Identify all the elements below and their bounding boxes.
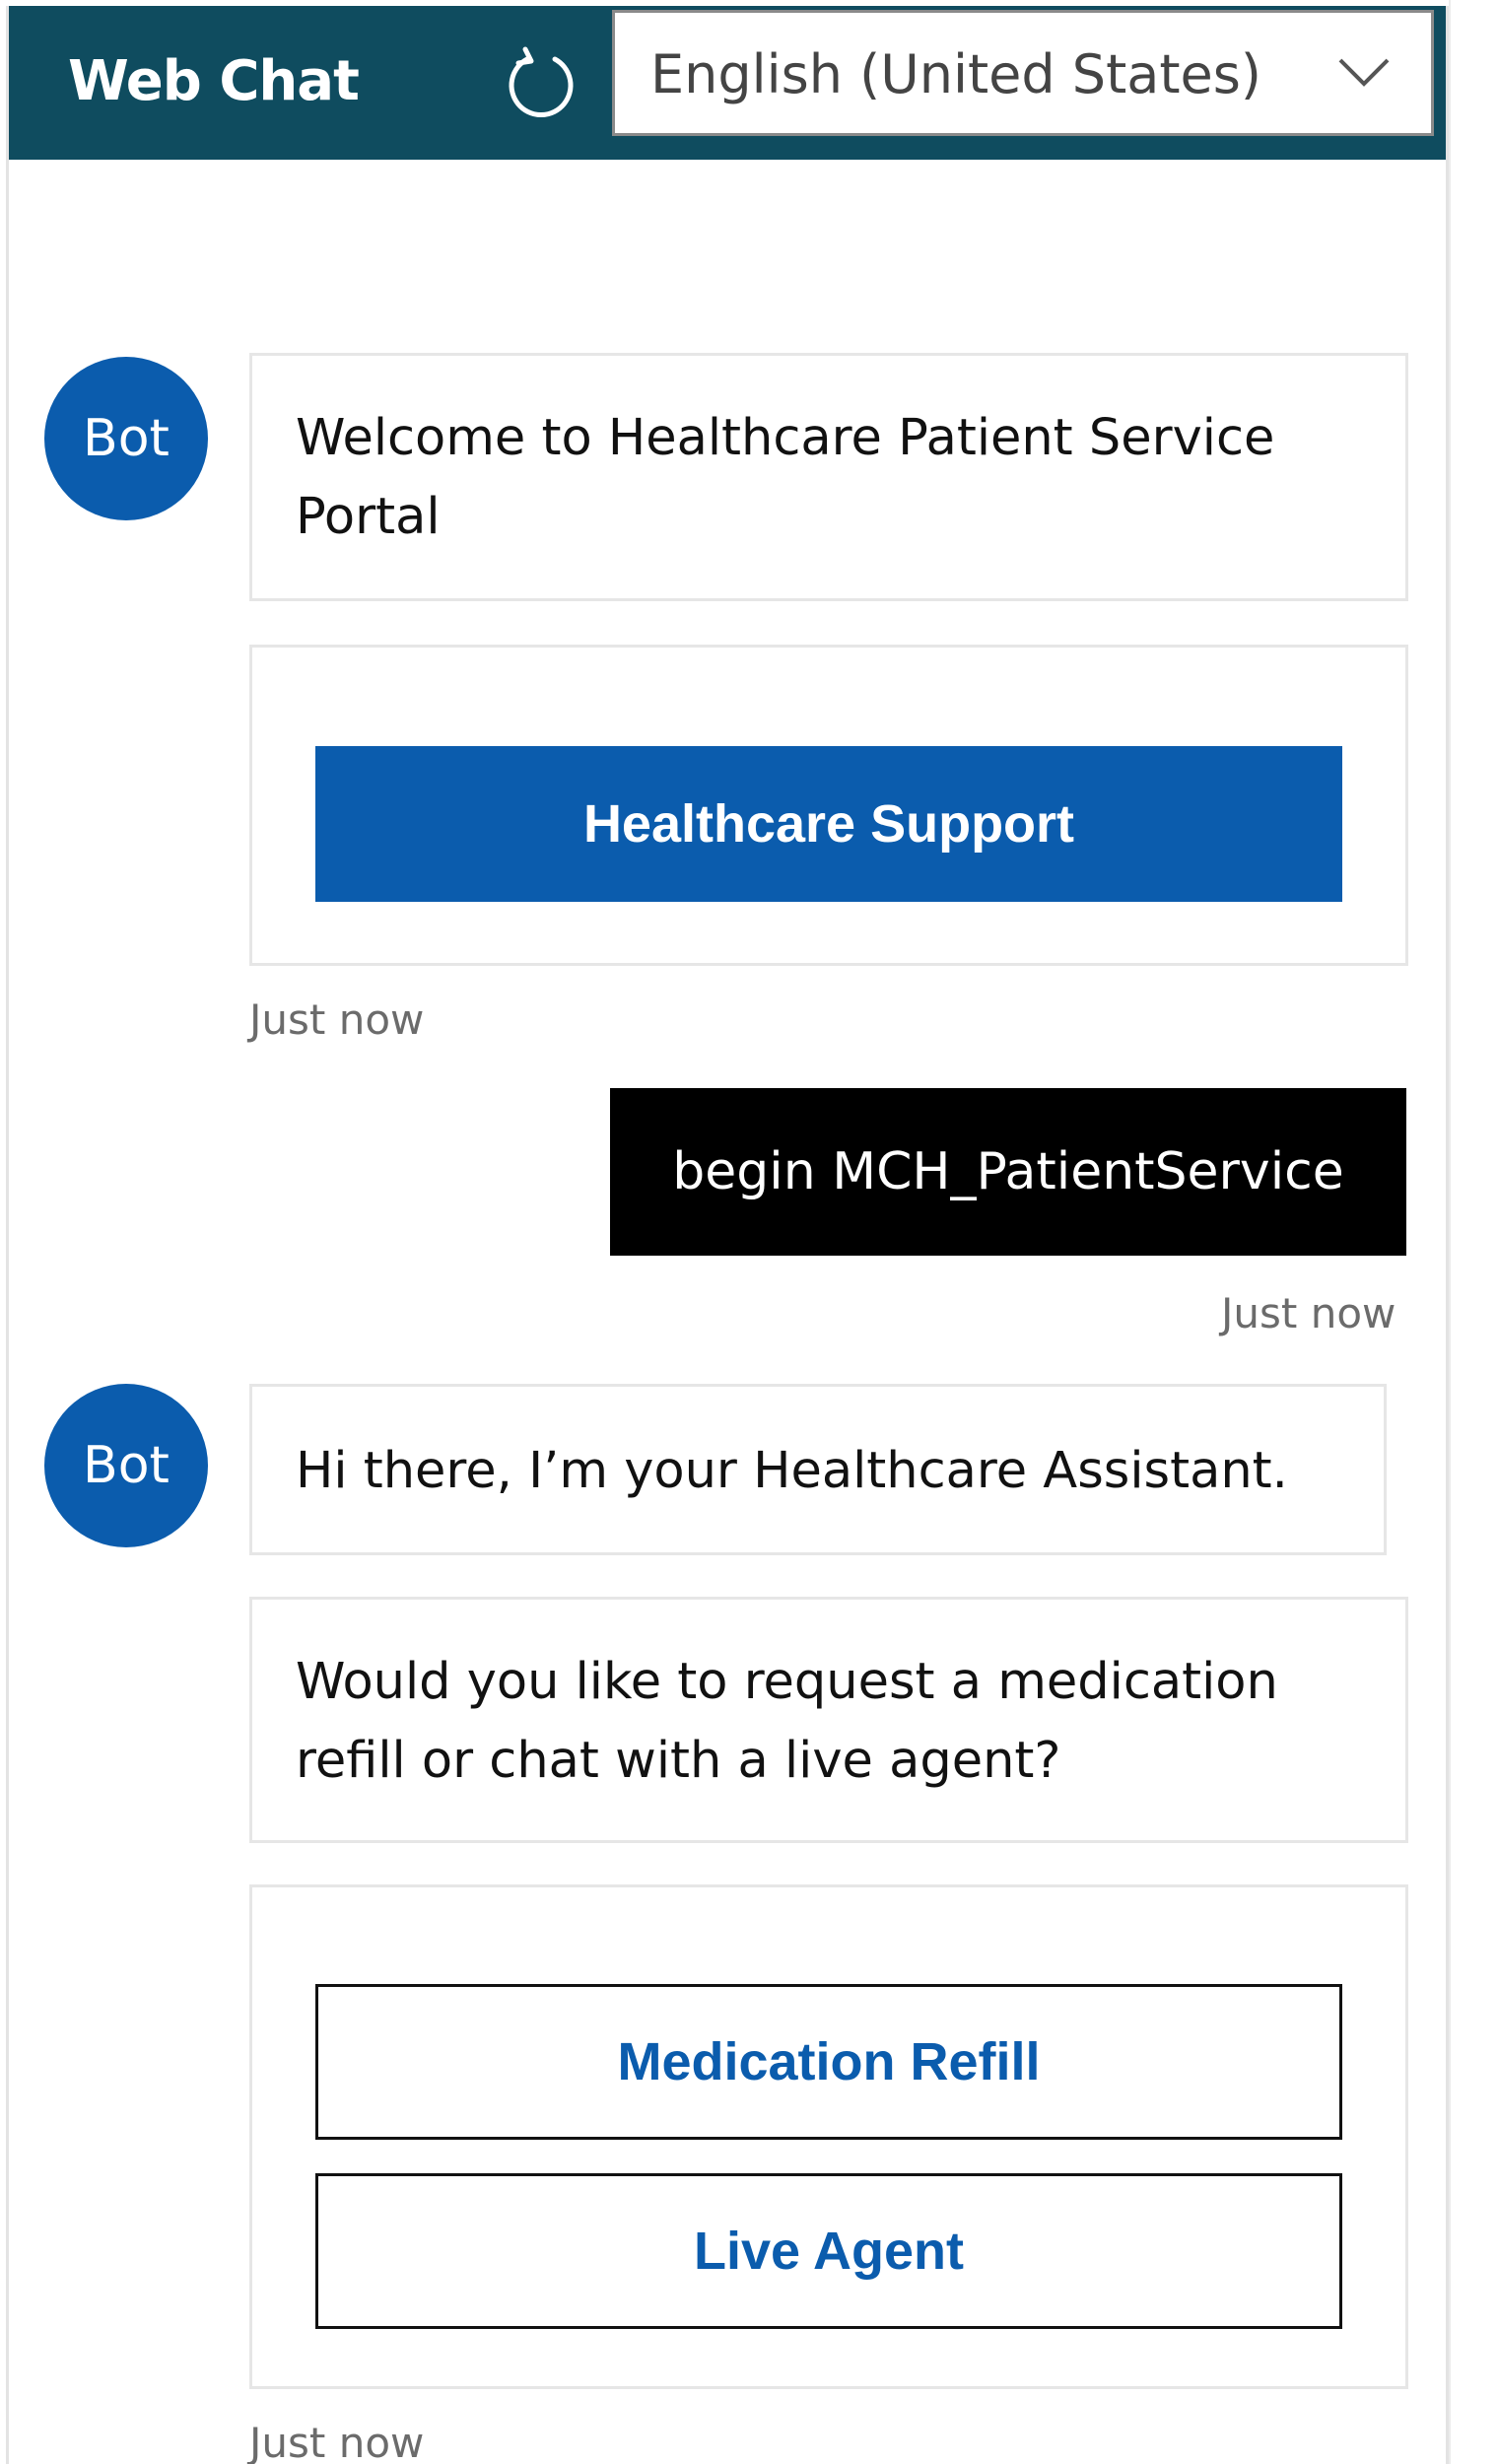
message-timestamp: Just now xyxy=(249,995,425,1044)
language-selected-value: English (United States) xyxy=(650,43,1261,105)
message-timestamp: Just now xyxy=(249,2419,425,2464)
web-chat-window: Web Chat English (United States) Bot Wel… xyxy=(6,6,1449,2464)
language-select[interactable]: English (United States) xyxy=(612,10,1434,136)
message-timestamp: Just now xyxy=(1221,1289,1396,1337)
bot-avatar: Bot xyxy=(44,1384,208,1547)
user-message-bubble: begin MCH_PatientService xyxy=(610,1088,1406,1256)
bot-card: Healthcare Support xyxy=(249,645,1408,966)
page-edge-strip xyxy=(1449,0,1498,2464)
chat-header: Web Chat English (United States) xyxy=(9,6,1446,160)
bot-message-bubble: Would you like to request a medication r… xyxy=(249,1597,1408,1843)
bot-message-bubble: Hi there, I’m your Healthcare Assistant. xyxy=(249,1384,1387,1555)
medication-refill-button[interactable]: Medication Refill xyxy=(315,1984,1342,2140)
bot-welcome-text: Welcome to Healthcare Patient Service Po… xyxy=(296,409,1275,546)
bot-greeting-text: Hi there, I’m your Healthcare Assistant. xyxy=(296,1442,1288,1500)
chat-title: Web Chat xyxy=(68,49,360,113)
bot-question-text: Would you like to request a medication r… xyxy=(296,1653,1278,1790)
bot-message-bubble: Welcome to Healthcare Patient Service Po… xyxy=(249,353,1408,601)
healthcare-support-button[interactable]: Healthcare Support xyxy=(315,746,1342,902)
refresh-icon[interactable] xyxy=(502,45,580,124)
live-agent-button[interactable]: Live Agent xyxy=(315,2173,1342,2329)
bot-card: Medication Refill Live Agent xyxy=(249,1884,1408,2389)
chevron-down-icon xyxy=(1336,52,1392,92)
bot-avatar: Bot xyxy=(44,357,208,520)
